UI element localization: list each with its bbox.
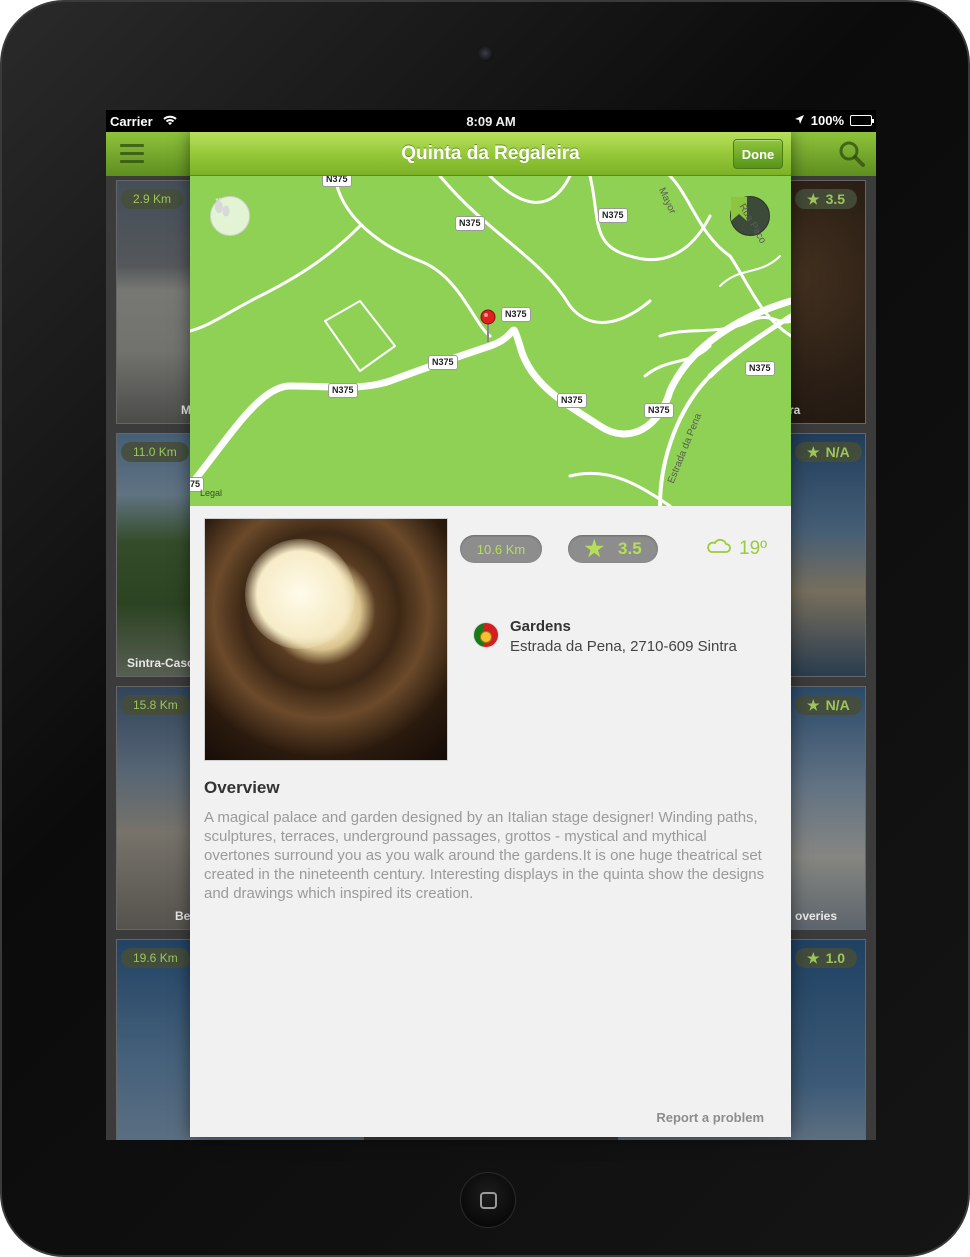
place-photo <box>204 518 448 761</box>
tile-caption: Sintra-Casc <box>127 656 194 670</box>
road-label: N375 <box>428 355 458 370</box>
rating-badge: ★ 1.0 <box>795 948 858 968</box>
distance-badge: 19.6 Km <box>121 948 190 968</box>
modal-nav-bar: Quinta da Regaleira Done <box>190 132 791 176</box>
rating-badge: ★ N/A <box>795 695 862 715</box>
camera-icon <box>478 46 494 62</box>
star-icon: ★ <box>807 190 820 207</box>
place-detail-modal: Quinta da Regaleira Done N375 N375 N375 … <box>190 132 791 1137</box>
distance-badge: 2.9 Km <box>121 189 184 209</box>
clock: 8:09 AM <box>466 114 516 129</box>
star-icon: ★ <box>807 696 820 713</box>
road-label: N375 <box>598 208 628 223</box>
road-label: N375 <box>501 307 531 322</box>
distance-badge: 10.6 Km <box>460 535 542 563</box>
map-roads <box>190 176 791 506</box>
page-title: Quinta da Regaleira <box>401 143 580 164</box>
cloud-icon <box>705 538 731 560</box>
battery-percent: 100% <box>810 113 844 128</box>
rating-badge: ★ 3.5 <box>568 535 658 563</box>
location-arrow-icon <box>794 113 805 128</box>
portugal-flag-icon <box>473 622 499 648</box>
done-button[interactable]: Done <box>733 139 783 169</box>
distance-badge: 15.8 Km <box>121 695 190 715</box>
search-icon[interactable] <box>838 140 866 173</box>
map-view[interactable]: N375 N375 N375 N375 N375 N375 N375 N375 … <box>190 176 791 506</box>
menu-icon[interactable] <box>120 144 144 164</box>
address-label: Estrada da Pena, 2710-609 Sintra <box>510 638 737 655</box>
legal-link[interactable]: Legal <box>200 488 222 498</box>
battery-icon <box>850 115 874 126</box>
rating-value: 3.5 <box>618 539 642 558</box>
status-bar: Carrier 8:09 AM 100% <box>106 110 876 132</box>
tile-caption: overies <box>795 909 838 923</box>
temperature: 19º <box>739 538 768 559</box>
footprints-icon[interactable] <box>210 196 250 236</box>
distance-badge: 11.0 Km <box>121 442 189 462</box>
ipad-frame: Carrier 8:09 AM 100% 2.9 Km M 11.0 Km Si… <box>0 0 970 1257</box>
weather-info: 19º <box>705 538 767 560</box>
star-icon: ★ <box>807 949 820 966</box>
road-label: N375 <box>322 176 352 187</box>
category-label: Gardens <box>510 618 571 635</box>
overview-heading: Overview <box>204 778 280 797</box>
road-label: N375 <box>557 393 587 408</box>
road-label: N375 <box>644 403 674 418</box>
rating-badge: ★ 3.5 <box>795 189 858 209</box>
road-label: N375 <box>455 216 485 231</box>
report-problem-link[interactable]: Report a problem <box>656 1110 764 1125</box>
road-label: N375 <box>328 383 358 398</box>
star-icon: ★ <box>807 443 820 460</box>
star-icon: ★ <box>584 536 605 561</box>
road-label: N375 <box>745 361 775 376</box>
home-button[interactable] <box>460 1172 516 1228</box>
rating-badge: ★ N/A <box>795 442 862 462</box>
overview-text: A magical palace and garden designed by … <box>204 809 765 902</box>
